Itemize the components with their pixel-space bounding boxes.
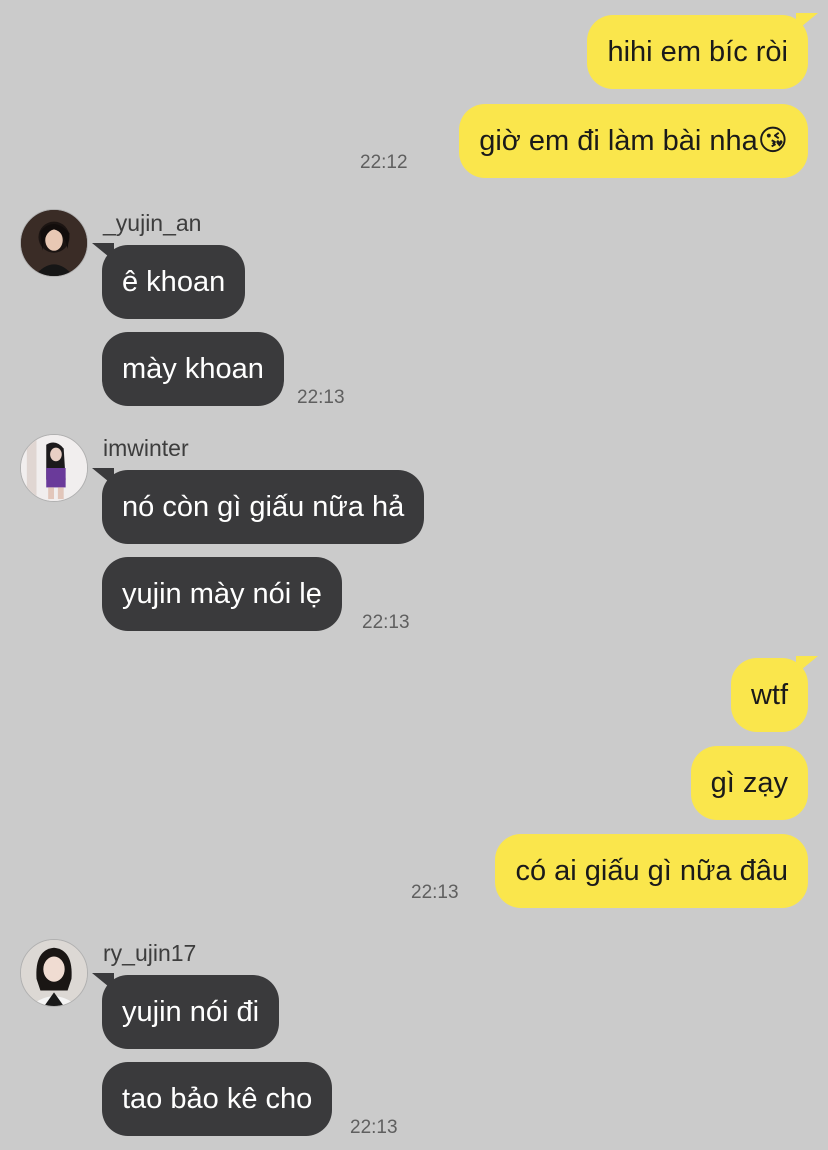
message-incoming[interactable]: yujin nói đi: [91, 973, 280, 1049]
sender-name: imwinter: [103, 435, 189, 461]
message-incoming[interactable]: yujin mày nói lẹ: [102, 557, 342, 631]
message-outgoing[interactable]: giờ em đi làm bài nha😘: [459, 104, 808, 178]
message-timestamp: 22:13: [350, 1117, 398, 1138]
message-outgoing[interactable]: gì zạy: [690, 746, 808, 820]
message-incoming[interactable]: tao bảo kê cho: [102, 1062, 333, 1136]
sender-name: _yujin_an: [103, 210, 202, 236]
message-incoming[interactable]: mày khoan: [102, 332, 284, 406]
message-outgoing[interactable]: hihi em bíc ròi: [587, 13, 818, 89]
message-outgoing[interactable]: wtf: [730, 656, 819, 732]
message-timestamp: 22:13: [411, 882, 459, 903]
message-incoming[interactable]: ê khoan: [91, 243, 246, 319]
message-incoming[interactable]: nó còn gì giấu nữa hả: [91, 468, 425, 544]
message-timestamp: 22:12: [360, 152, 408, 173]
avatar-yujin-an[interactable]: [20, 209, 88, 277]
avatar-imwinter[interactable]: [20, 434, 88, 502]
avatar-yujin-an-image: [21, 210, 87, 276]
message-timestamp: 22:13: [362, 612, 410, 633]
message-outgoing[interactable]: có ai giấu gì nữa đâu: [495, 834, 808, 908]
avatar-ry-ujin17-image: [21, 940, 87, 1006]
message-timestamp: 22:13: [297, 387, 345, 408]
avatar-ry-ujin17[interactable]: [20, 939, 88, 1007]
avatar-imwinter-image: [21, 435, 87, 501]
sender-name: ry_ujin17: [103, 940, 197, 966]
